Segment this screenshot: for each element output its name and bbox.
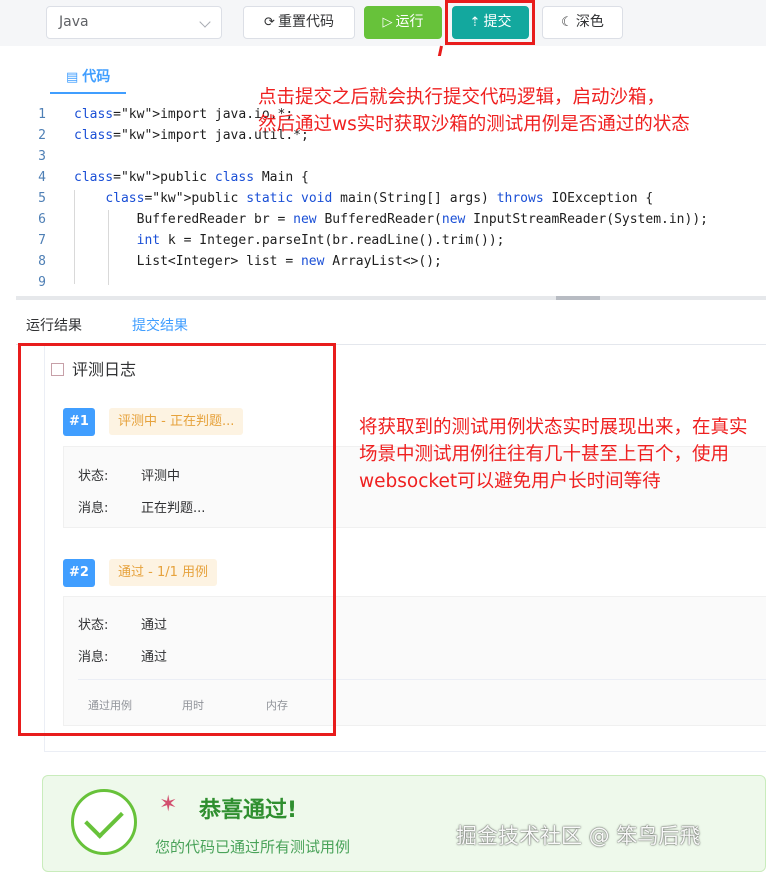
code-text: int k = Integer.parseInt(br.readLine().t… [136, 233, 505, 248]
document-icon: ▤ [66, 70, 79, 85]
annotation-submit-explanation: 点击提交之后就会执行提交代码逻辑，启动沙箱， 然后通过ws实时获取沙箱的测试用例… [258, 84, 690, 138]
watermark: 掘金技术社区 @ 笨鸟后飛 [456, 824, 701, 848]
language-select[interactable]: Java [46, 6, 222, 39]
line-number: 2 [38, 128, 46, 143]
run-button[interactable]: ▷ 运行 [364, 6, 442, 39]
code-line[interactable]: 4 class="kw">public class Main { [16, 167, 766, 188]
line-number: 9 [38, 275, 46, 290]
annotation-highlight-log [18, 343, 336, 736]
panel-splitter[interactable] [16, 296, 766, 300]
code-line[interactable]: 3 [16, 146, 766, 167]
tab-code[interactable]: ▤ 代码 [50, 56, 127, 94]
toolbar: Java ⟳ 重置代码 ▷ 运行 ⇡ 提交 ☾ 深色 [0, 0, 766, 46]
annotation-line-1: 点击提交之后就会执行提交代码逻辑，启动沙箱， [258, 87, 666, 108]
code-line[interactable]: 5 class="kw">public static void main(Str… [16, 188, 766, 209]
party-popper-icon: ✶ [159, 792, 178, 817]
dark-mode-button[interactable]: ☾ 深色 [542, 6, 623, 39]
language-select-value: Java [59, 14, 89, 30]
reset-code-button[interactable]: ⟳ 重置代码 [243, 6, 355, 39]
line-number: 8 [38, 254, 46, 269]
line-number: 4 [38, 170, 46, 185]
indent-guide [108, 210, 109, 285]
line-number: 5 [38, 191, 46, 206]
moon-icon: ☾ [561, 15, 573, 30]
check-mark [84, 799, 124, 839]
code-text: BufferedReader br = new BufferedReader(n… [74, 212, 708, 227]
tab-code-label: 代码 [82, 69, 111, 85]
code-line[interactable]: 9 [16, 272, 766, 293]
annotation-websocket-explanation: 将获取到的测试用例状态实时展现出来，在真实场景中测试用例往往有几十甚至上百个，使… [359, 417, 748, 492]
code-text: class="kw">public class Main { [74, 170, 309, 185]
line-number: 7 [38, 233, 46, 248]
tab-run-result[interactable]: 运行结果 [26, 315, 82, 335]
run-label: 运行 [395, 14, 424, 30]
dark-mode-label: 深色 [575, 14, 604, 30]
code-line[interactable]: 7 int k = Integer.parseInt(br.readLine()… [16, 230, 766, 251]
line-number: 1 [38, 107, 46, 122]
code-line[interactable]: 8 List<Integer> list = new ArrayList<>()… [16, 251, 766, 272]
refresh-icon: ⟳ [264, 15, 275, 30]
code-text: class="kw">public static void main(Strin… [105, 191, 654, 206]
code-line[interactable]: 6 BufferedReader br = new BufferedReader… [16, 209, 766, 230]
tab-submit-result[interactable]: 提交结果 [132, 315, 188, 335]
indent-guide [74, 190, 75, 284]
reset-code-label: 重置代码 [277, 14, 334, 30]
success-subtitle: 您的代码已通过所有测试用例 [155, 838, 351, 856]
success-title: 恭喜通过! [199, 798, 298, 823]
chevron-down-icon [199, 16, 211, 28]
splitter-handle[interactable] [556, 296, 600, 300]
annotation-highlight-submit [445, 0, 535, 45]
success-check-icon [71, 789, 137, 855]
line-number: 6 [38, 212, 46, 227]
annotation-line-2: 然后通过ws实时获取沙箱的测试用例是否通过的状态 [258, 114, 690, 135]
play-icon: ▷ [382, 15, 393, 30]
line-number: 3 [38, 149, 46, 164]
code-text: List<Integer> list = new ArrayList<>(); [74, 254, 442, 269]
